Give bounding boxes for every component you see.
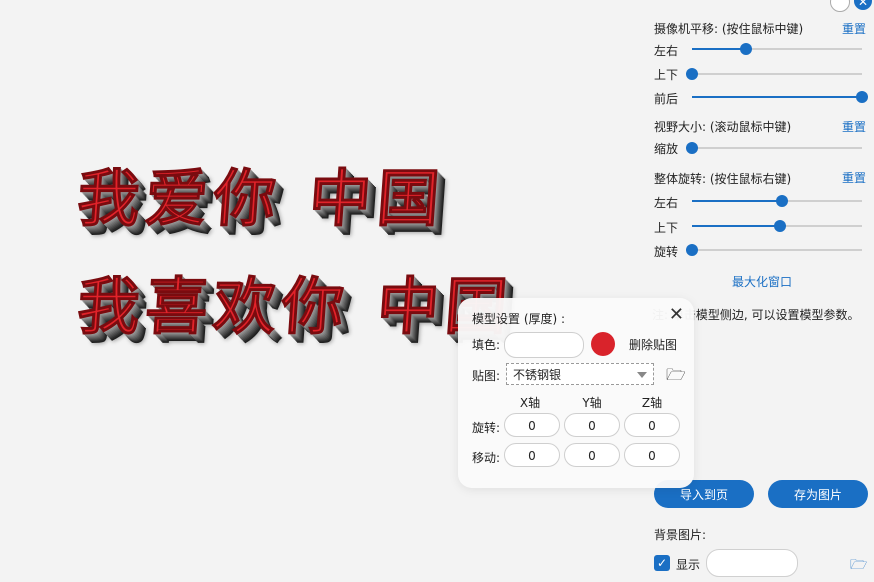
camera-ud-slider[interactable] (686, 68, 862, 80)
rotate-label: 旋转: (472, 421, 501, 435)
chevron-down-icon (637, 372, 647, 378)
slider-thumb[interactable] (856, 91, 868, 103)
rotate-z-input[interactable]: 0 (624, 413, 680, 437)
fill-label: 填色: (472, 338, 501, 352)
3d-text-line-1[interactable]: 我爱你 中国 (75, 148, 449, 238)
show-label: 显示 (676, 558, 701, 572)
slider-label: 上下 (654, 68, 679, 82)
slider-thumb[interactable] (686, 244, 698, 256)
z-axis-header: Z轴 (641, 396, 663, 410)
rotate-x-input[interactable]: 0 (504, 413, 560, 437)
slider-thumb[interactable] (774, 220, 787, 232)
texture-label: 贴图: (472, 369, 501, 383)
background-image-field[interactable] (706, 549, 798, 577)
rotate-ud-slider[interactable] (692, 220, 862, 232)
camera-lr-slider[interactable] (692, 43, 862, 55)
texture-select[interactable]: 不锈钢银 (506, 363, 654, 385)
camera-pan-reset-button[interactable]: 重置 (842, 20, 866, 37)
rotate-lr-slider[interactable] (692, 195, 862, 207)
model-canvas[interactable]: 我爱你 中国 我喜欢你 中国 (0, 0, 640, 582)
show-background-checkbox[interactable]: ✓ (654, 555, 670, 571)
rotation-reset-button[interactable]: 重置 (842, 169, 866, 186)
close-icon[interactable]: ✕ (854, 0, 872, 10)
y-axis-header: Y轴 (582, 396, 602, 410)
rotate-spin-slider[interactable] (686, 244, 862, 256)
move-y-input[interactable]: 0 (564, 443, 620, 467)
slider-label: 缩放 (654, 142, 679, 156)
move-label: 移动: (472, 451, 501, 465)
fov-title: 视野大小: (滚动鼠标中键) (654, 120, 792, 134)
close-icon[interactable]: ✕ (669, 304, 684, 325)
slider-thumb[interactable] (686, 142, 698, 154)
dialog-title: 模型设置 (厚度) : (472, 312, 566, 326)
slider-thumb[interactable] (740, 43, 753, 55)
slider-label: 左右 (654, 196, 679, 210)
slider-thumb[interactable] (776, 195, 789, 207)
slider-label: 左右 (654, 44, 679, 58)
move-x-input[interactable]: 0 (504, 443, 560, 467)
camera-fb-slider[interactable] (692, 91, 868, 103)
camera-pan-title: 摄像机平移: (按住鼠标中键) (654, 22, 804, 36)
maximize-window-button[interactable]: 最大化窗口 (732, 273, 792, 290)
folder-icon[interactable]: 🗁 (666, 364, 686, 391)
rotate-y-input[interactable]: 0 (564, 413, 620, 437)
3d-text-line-2[interactable]: 我喜欢你 中国 (75, 256, 517, 346)
folder-icon[interactable]: 🗁 (850, 554, 867, 578)
fill-color-input[interactable] (504, 332, 584, 358)
texture-value: 不锈钢银 (513, 368, 562, 382)
x-axis-header: X轴 (519, 396, 541, 410)
slider-thumb[interactable] (686, 68, 698, 80)
slider-label: 前后 (654, 92, 679, 106)
settings-panel: ✕ 摄像机平移: (按住鼠标中键) 重置 左右 上下 前后 视野大小: (滚动鼠… (642, 0, 874, 582)
circle-icon[interactable] (830, 0, 850, 12)
model-settings-dialog: 模型设置 (厚度) : ✕ 填色: 删除贴图 贴图: 不锈钢银 🗁 X轴 Y轴 … (458, 298, 694, 488)
delete-texture-button[interactable]: 删除贴图 (629, 336, 677, 353)
background-image-label: 背景图片: (654, 528, 707, 542)
move-z-input[interactable]: 0 (624, 443, 680, 467)
fov-reset-button[interactable]: 重置 (842, 118, 866, 135)
zoom-slider[interactable] (686, 142, 862, 154)
slider-label: 上下 (654, 221, 679, 235)
save-as-image-button[interactable]: 存为图片 (768, 480, 868, 508)
fill-color-swatch[interactable] (591, 332, 615, 356)
slider-label: 旋转 (654, 245, 679, 259)
rotation-title: 整体旋转: (按住鼠标右键) (654, 172, 792, 186)
